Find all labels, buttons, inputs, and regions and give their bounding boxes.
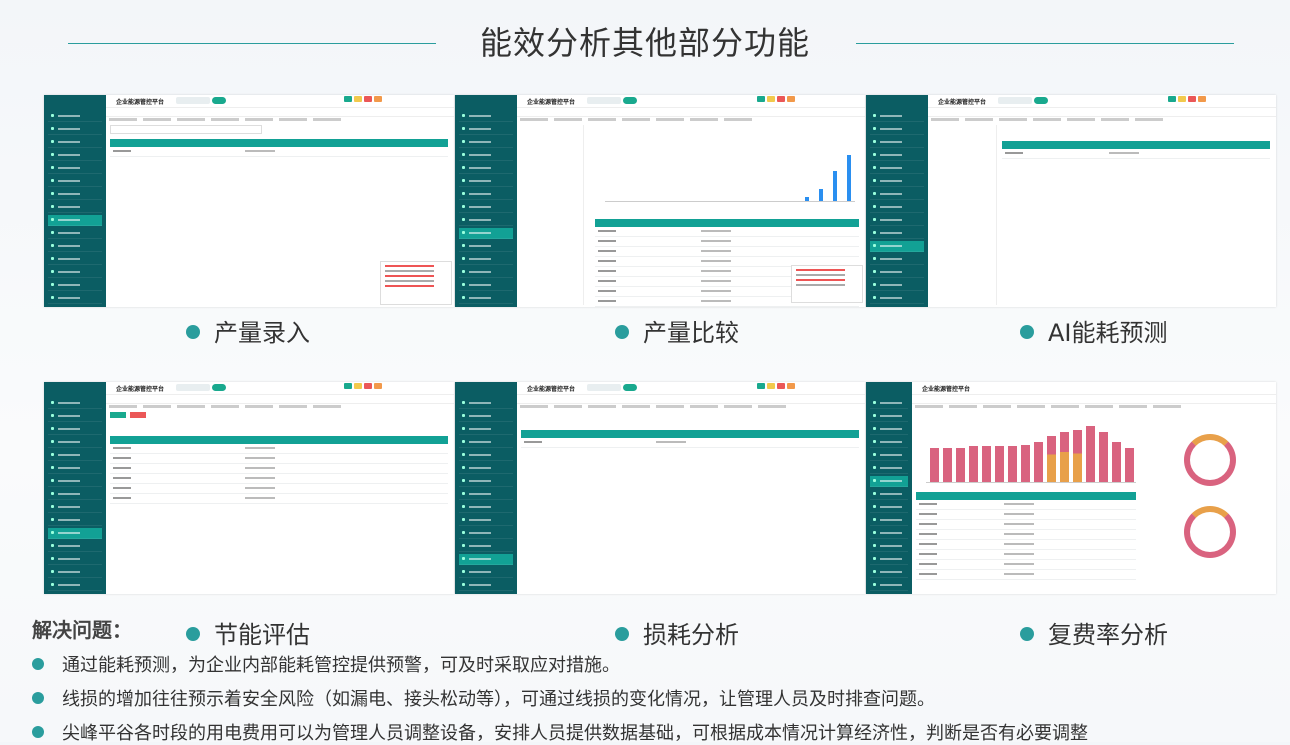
bullet-dot: [186, 325, 200, 339]
screenshot-ai-forecast: 企业能源管控平台: [866, 95, 1276, 307]
caption-text: 产量录入: [214, 319, 310, 347]
bullet-dot: [32, 658, 44, 670]
solve-item: 通过能耗预测，为企业内部能耗管控提供预警，可及时采取应对措施。: [32, 651, 620, 677]
donut-chart: [1184, 434, 1236, 486]
screenshot-production-entry: 企业能源管控平台: [44, 95, 454, 307]
sidebar: [455, 95, 517, 307]
sidebar: [455, 382, 517, 594]
bullet-dot: [32, 692, 44, 704]
solve-item-text: 通过能耗预测，为企业内部能耗管控提供预警，可及时采取应对措施。: [62, 655, 620, 676]
app-brand: 企业能源管控平台: [938, 99, 987, 106]
caption-text: 损耗分析: [643, 621, 739, 649]
sidebar: [44, 382, 106, 594]
screenshot-energy-saving: 企业能源管控平台: [44, 382, 454, 594]
app-brand: 企业能源管控平台: [116, 386, 165, 393]
sidebar: [866, 382, 912, 594]
bullet-dot: [1020, 325, 1034, 339]
caption-production-entry: 产量录入: [186, 313, 310, 348]
page-title: 能效分析其他部分功能: [479, 24, 810, 62]
caption-production-compare: 产量比较: [615, 313, 739, 348]
bullet-dot: [32, 726, 44, 738]
screenshot-rate-analysis: 企业能源管控平台: [866, 382, 1276, 594]
caption-energy-saving: 节能评估: [186, 615, 310, 650]
solve-item: 线损的增加往往预示着安全风险（如漏电、接头松动等），可通过线损的变化情况，让管理…: [32, 685, 935, 711]
bullet-dot: [615, 325, 629, 339]
sidebar: [44, 95, 106, 307]
caption-text: AI能耗预测: [1048, 319, 1168, 347]
mini-bar-chart: [605, 151, 855, 202]
screenshot-production-compare: 企业能源管控平台: [455, 95, 865, 307]
solve-item-text: 尖峰平谷各时段的用电费用可以为管理人员调整设备，安排人员提供数据基础，可根据成本…: [62, 723, 1088, 744]
app-brand: 企业能源管控平台: [527, 386, 576, 393]
screenshot-loss-analysis: 企业能源管控平台: [455, 382, 865, 594]
caption-text: 复费率分析: [1048, 621, 1168, 649]
app-brand: 企业能源管控平台: [922, 386, 971, 393]
caption-text: 产量比较: [643, 319, 739, 347]
caption-text: 节能评估: [214, 621, 310, 649]
caption-rate-analysis: 复费率分析: [1020, 615, 1168, 650]
caption-loss-analysis: 损耗分析: [615, 615, 739, 650]
solve-heading: 解决问题：: [32, 618, 132, 642]
caption-ai-forecast: AI能耗预测: [1020, 313, 1168, 348]
app-brand: 企业能源管控平台: [116, 99, 165, 106]
sidebar: [866, 95, 928, 307]
bullet-dot: [615, 627, 629, 641]
donut-chart: [1184, 506, 1236, 558]
bullet-dot: [1020, 627, 1034, 641]
app-brand: 企业能源管控平台: [527, 99, 576, 106]
bullet-dot: [186, 627, 200, 641]
stacked-bar-chart: [926, 426, 1136, 483]
solve-item: 尖峰平谷各时段的用电费用可以为管理人员调整设备，安排人员提供数据基础，可根据成本…: [32, 719, 1088, 745]
solve-item-text: 线损的增加往往预示着安全风险（如漏电、接头松动等），可通过线损的变化情况，让管理…: [62, 689, 935, 710]
